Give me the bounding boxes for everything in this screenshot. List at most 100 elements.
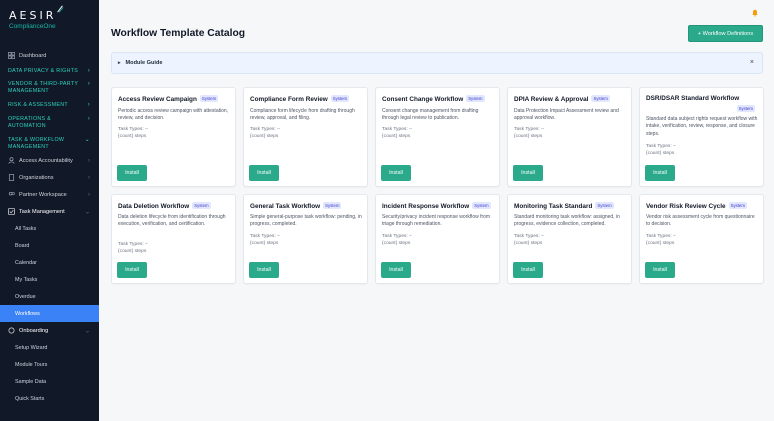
system-badge: System <box>192 202 211 209</box>
card-description: Data Protection Impact Assessment review… <box>514 108 619 122</box>
card-title: Incident Response Workflow System <box>382 202 495 212</box>
sidebar-item-label: Dashboard <box>19 52 47 59</box>
sidebar-item-access-accountability[interactable]: Access Accountability › <box>0 152 99 169</box>
rocket-icon <box>8 327 15 334</box>
close-icon[interactable]: × <box>750 59 754 66</box>
card-title-text: Consent Change Workflow <box>382 96 464 103</box>
sidebar-item-onboarding[interactable]: Onboarding ⌄ <box>0 322 99 339</box>
install-button[interactable]: Install <box>513 165 543 181</box>
workflow-card: DPIA Review & Approval System Data Protec… <box>507 87 632 187</box>
module-guide-label: Module Guide <box>125 60 163 66</box>
card-steps: {count} steps <box>118 249 147 254</box>
card-title: Access Review Campaign System <box>118 95 231 105</box>
sidebar-subitem-my-tasks[interactable]: My Tasks <box>0 271 99 288</box>
card-title-text: DPIA Review & Approval <box>514 96 589 103</box>
install-button[interactable]: Install <box>117 165 147 181</box>
card-description: Security/privacy incident response workf… <box>382 214 491 228</box>
sidebar-section-risk[interactable]: RISK & ASSESSMENT › <box>0 102 99 109</box>
sidebar-item-organizations[interactable]: Organizations › <box>0 169 99 186</box>
card-steps: {count} steps <box>514 241 543 246</box>
section-label: VENDOR & THIRD-PARTY <box>8 81 79 87</box>
sidebar-item-dashboard[interactable]: Dashboard <box>0 47 99 64</box>
sidebar-item-label: Organizations <box>19 174 54 181</box>
workflow-card: DSR/DSAR Standard Workflow System Standar… <box>639 87 764 187</box>
chevron-right-icon: › <box>88 191 90 198</box>
sidebar-item-partner-workspace[interactable]: Partner Workspace › <box>0 186 99 203</box>
card-steps: {count} steps <box>250 241 279 246</box>
card-title-text: Access Review Campaign <box>118 96 197 103</box>
sidebar-subitem-module-tours[interactable]: Module Tours <box>0 356 99 373</box>
chevron-down-icon: ⌄ <box>84 137 90 143</box>
sidebar-subitem-board[interactable]: Board <box>0 237 99 254</box>
card-task-types: Task Types: – <box>646 144 676 149</box>
sidebar-section-privacy[interactable]: DATA PRIVACY & RIGHTS › <box>0 68 99 75</box>
install-button[interactable]: Install <box>117 262 147 278</box>
bell-icon[interactable] <box>751 9 759 17</box>
card-title-text: Data Deletion Workflow <box>118 203 190 210</box>
building-icon <box>8 174 15 181</box>
users-icon <box>8 191 15 198</box>
sidebar-subitem-workflows[interactable]: Workflows <box>0 305 99 322</box>
card-task-types: Task Types: – <box>514 127 544 132</box>
card-steps: {count} steps <box>646 151 675 156</box>
module-guide-panel[interactable]: ▸ Module Guide × <box>111 52 763 74</box>
sidebar-item-task-management[interactable]: Task Management ⌄ <box>0 203 99 220</box>
sidebar-section-vendor[interactable]: VENDOR & THIRD-PARTY MANAGEMENT › <box>0 81 99 95</box>
install-button[interactable]: Install <box>381 165 411 181</box>
card-title: Monitoring Task Standard System <box>514 202 627 212</box>
system-badge: System <box>595 202 614 209</box>
chevron-right-icon: › <box>87 81 90 87</box>
install-button[interactable]: Install <box>249 165 279 181</box>
chevron-down-icon: ⌄ <box>84 209 90 215</box>
sidebar-subitem-setup-wizard[interactable]: Setup Wizard <box>0 339 99 356</box>
install-button[interactable]: Install <box>645 262 675 278</box>
sidebar-item-label: Access Accountability <box>19 157 73 164</box>
system-badge: System <box>591 95 610 102</box>
sidebar-section-operations[interactable]: OPERATIONS & AUTOMATION › <box>0 116 99 130</box>
card-task-types: Task Types: – <box>118 242 148 247</box>
card-task-types: Task Types: – <box>250 234 280 239</box>
install-button[interactable]: Install <box>381 262 411 278</box>
workflow-definitions-button[interactable]: + Workflow Definitions <box>688 25 763 42</box>
system-badge: System <box>466 95 485 102</box>
card-title-text: General Task Workflow <box>250 203 321 210</box>
card-description: Data deletion lifecycle from identificat… <box>118 214 226 228</box>
sidebar-subitem-overdue[interactable]: Overdue <box>0 288 99 305</box>
page-title: Workflow Template Catalog <box>111 28 246 39</box>
brand-mark-icon <box>57 5 64 13</box>
sidebar: AESIR ComplianceOne Dashboard DATA PRIVA… <box>0 0 99 421</box>
card-steps: {count} steps <box>250 134 279 139</box>
workflow-card: Monitoring Task Standard System Standard … <box>507 194 632 284</box>
brand-name: AESIR <box>9 9 57 22</box>
user-check-icon <box>8 157 15 164</box>
install-button[interactable]: Install <box>249 262 279 278</box>
sidebar-section-task-workflow[interactable]: TASK & WORKFLOW MANAGEMENT ⌄ <box>0 137 99 151</box>
card-description: Compliance form lifecycle from drafting … <box>250 108 355 122</box>
card-steps: {count} steps <box>382 241 411 246</box>
sidebar-subitem-calendar[interactable]: Calendar <box>0 254 99 271</box>
sidebar-subitem-all-tasks[interactable]: All Tasks <box>0 220 99 237</box>
system-badge: System <box>728 202 747 209</box>
install-button[interactable]: Install <box>645 165 675 181</box>
workflow-card: Access Review Campaign System Periodic ac… <box>111 87 236 187</box>
card-title: Compliance Form Review System <box>250 95 363 105</box>
card-steps: {count} steps <box>382 134 411 139</box>
sidebar-subitem-quick-starts[interactable]: Quick Starts <box>0 390 99 407</box>
install-button[interactable]: Install <box>513 262 543 278</box>
sidebar-item-label: Partner Workspace <box>19 191 67 198</box>
card-title-text: Vendor Risk Review Cycle <box>646 203 726 210</box>
brand-logo[interactable]: AESIR ComplianceOne <box>0 0 99 44</box>
expand-icon[interactable]: ▸ <box>118 60 121 66</box>
chevron-right-icon: › <box>88 174 90 181</box>
section-label: MANAGEMENT <box>8 88 49 94</box>
system-badge: System <box>323 202 342 209</box>
card-title: DSR/DSAR Standard Workflow System <box>646 95 755 112</box>
card-description: Consent change management from drafting … <box>382 108 479 122</box>
main-content: Workflow Template Catalog + Workflow Def… <box>99 0 774 421</box>
sidebar-item-label: Task Management <box>19 208 65 215</box>
section-label: RISK & ASSESSMENT <box>8 102 68 108</box>
system-badge: System <box>330 95 350 102</box>
sidebar-subitem-sample-data[interactable]: Sample Data <box>0 373 99 390</box>
section-label: TASK & WORKFLOW <box>8 137 65 143</box>
card-title: Consent Change Workflow System <box>382 95 495 105</box>
